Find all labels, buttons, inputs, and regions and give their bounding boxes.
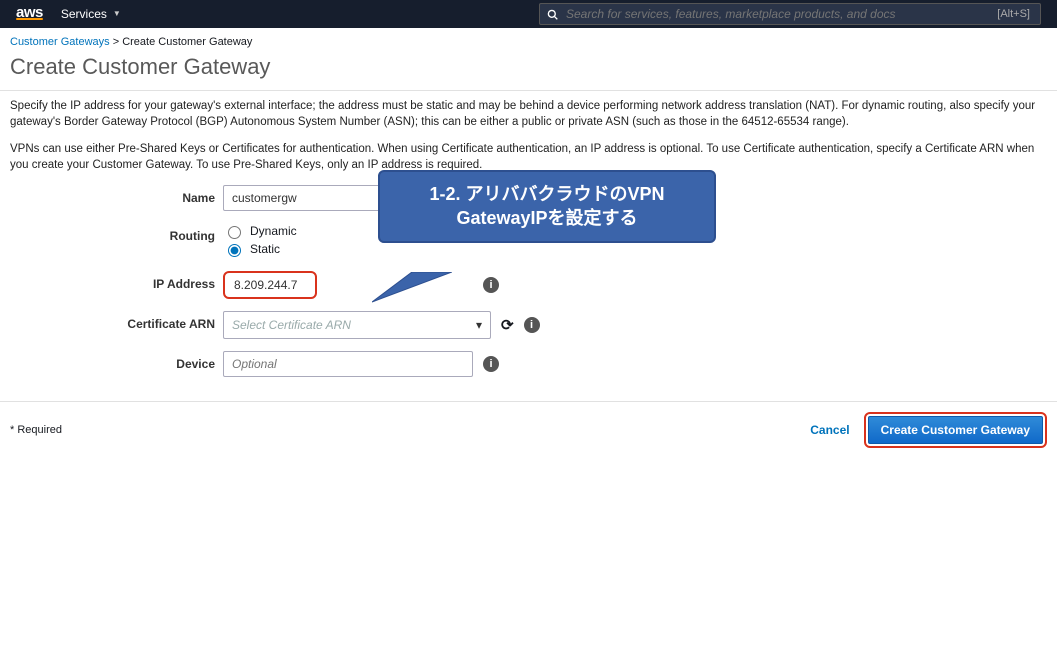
name-label: Name [10,185,223,205]
device-input[interactable] [223,351,473,377]
aws-logo[interactable]: aws [16,4,43,20]
search-input[interactable] [564,6,987,22]
global-search[interactable]: [Alt+S] [539,3,1041,25]
annotation-highlight-ip [223,271,317,299]
services-menu[interactable]: Services ▼ [61,7,121,21]
page-title: Create Customer Gateway [0,52,1057,91]
intro-paragraph-2: VPNs can use either Pre-Shared Keys or C… [10,142,1047,173]
routing-static-option[interactable]: Static [223,241,297,257]
routing-dynamic-label: Dynamic [250,224,297,238]
refresh-icon[interactable]: ⟳ [501,316,514,334]
top-nav: aws Services ▼ [Alt+S] [0,0,1057,28]
routing-dynamic-option[interactable]: Dynamic [223,223,297,239]
annotation-highlight-create: Create Customer Gateway [864,412,1047,448]
form-footer: * Required Cancel Create Customer Gatewa… [0,402,1057,458]
annotation-callout-tail [372,272,452,312]
info-icon[interactable]: i [524,317,540,333]
search-icon [540,9,564,20]
breadcrumb-parent-link[interactable]: Customer Gateways [10,36,110,48]
routing-label: Routing [10,223,223,243]
create-customer-gateway-button[interactable]: Create Customer Gateway [868,416,1043,444]
intro-paragraph-1: Specify the IP address for your gateway'… [10,99,1047,130]
required-hint: * Required [10,424,62,436]
routing-static-radio[interactable] [228,244,241,257]
caret-down-icon: ▾ [476,318,482,332]
certificate-arn-select[interactable]: Select Certificate ARN ▾ [223,311,491,339]
certificate-arn-placeholder: Select Certificate ARN [232,318,351,332]
aws-logo-text: aws [16,4,43,21]
cancel-button[interactable]: Cancel [810,423,849,437]
routing-static-label: Static [250,242,280,256]
ip-address-input[interactable] [226,274,314,296]
breadcrumb-current: Create Customer Gateway [122,36,252,48]
ip-address-label: IP Address [10,271,223,291]
device-label: Device [10,351,223,371]
info-icon[interactable]: i [483,356,499,372]
breadcrumb: Customer Gateways > Create Customer Gate… [0,28,1057,52]
services-label: Services [61,7,107,21]
annotation-callout: 1-2. アリババクラウドのVPN GatewayIPを設定する [378,170,716,243]
caret-down-icon: ▼ [113,9,121,18]
routing-dynamic-radio[interactable] [228,226,241,239]
certificate-arn-label: Certificate ARN [10,311,223,331]
info-icon[interactable]: i [483,277,499,293]
search-shortcut-hint: [Alt+S] [987,8,1040,20]
